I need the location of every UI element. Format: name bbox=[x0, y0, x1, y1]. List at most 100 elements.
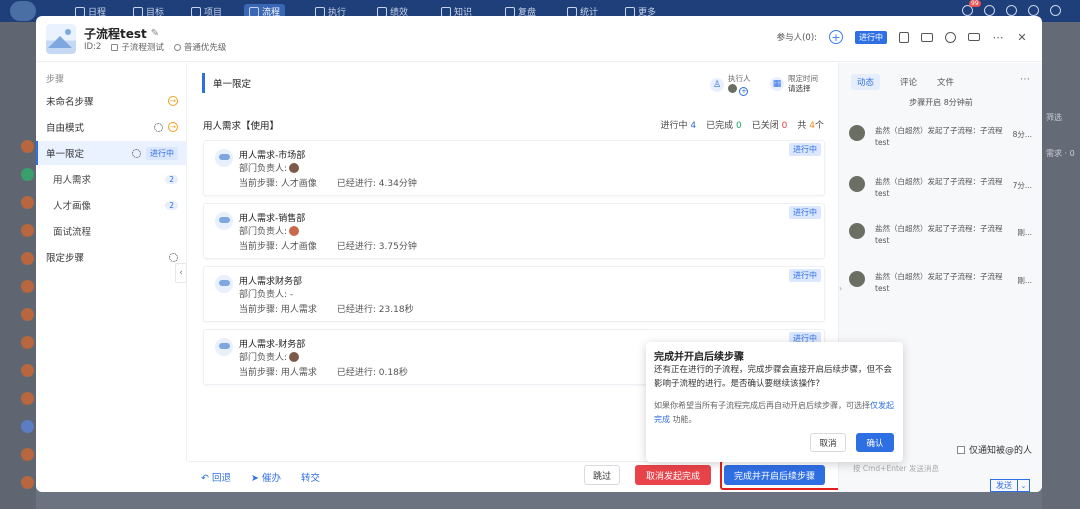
tab-comments[interactable]: 评论 bbox=[900, 76, 917, 88]
bg-list-icon bbox=[21, 196, 34, 209]
subflow-card[interactable]: 用人需求财务部 部门负责人: - 当前步骤: 用人需求 已经进行: 23.18秒 … bbox=[203, 266, 825, 322]
flow-icon bbox=[249, 6, 259, 17]
status-badge: 进行中 bbox=[146, 146, 178, 160]
folder-icon[interactable] bbox=[921, 32, 933, 42]
review-icon bbox=[505, 6, 515, 17]
bg-list-icon bbox=[21, 364, 34, 377]
type-icon bbox=[111, 44, 119, 51]
bg-list-icon bbox=[21, 140, 34, 153]
count-badge: 2 bbox=[165, 200, 178, 210]
help-icon[interactable] bbox=[984, 5, 995, 16]
tab-activity[interactable]: 动态 bbox=[851, 74, 881, 90]
bg-list-icon bbox=[21, 252, 34, 265]
avatar bbox=[289, 226, 300, 236]
avatar bbox=[849, 125, 865, 141]
flow-avatar-icon bbox=[215, 212, 233, 230]
search-icon[interactable] bbox=[1006, 5, 1017, 16]
step-single-limit[interactable]: 单一限定 进行中 bbox=[36, 141, 186, 165]
avatar bbox=[849, 223, 865, 239]
flow-avatar-icon bbox=[215, 275, 233, 293]
expand-arrow-icon[interactable]: › bbox=[839, 284, 842, 293]
bg-demand-label: 需求 · 0 bbox=[1046, 149, 1075, 158]
notify-mentioned-checkbox[interactable]: 仅通知被@的人 bbox=[957, 443, 1032, 456]
step-started-text: 步骤开启 8分钟前 bbox=[909, 98, 973, 107]
priority-icon bbox=[173, 44, 181, 51]
bg-list-icon bbox=[21, 308, 34, 321]
step-talent-profile[interactable]: 人才画像 2 bbox=[36, 193, 186, 217]
step-interview[interactable]: 面试流程 bbox=[36, 219, 186, 243]
step-limited[interactable]: 限定步骤 bbox=[36, 245, 186, 269]
step-demand[interactable]: 用人需求 2 bbox=[36, 167, 186, 191]
add-participant-icon[interactable]: + bbox=[829, 30, 843, 44]
more-icon[interactable]: ⋯ bbox=[992, 31, 1004, 44]
arrow-right-icon: → bbox=[168, 96, 178, 106]
modal-header: 子流程test ✎ ID:2 子流程测试 普通优先级 参与人(0): + 进行中… bbox=[36, 16, 1042, 62]
bg-list-icon bbox=[21, 224, 34, 237]
steps-heading: 步骤 bbox=[46, 75, 65, 85]
avatar bbox=[728, 84, 737, 93]
steps-panel: 步骤 未命名步骤 → 自由模式 → 单一限定 进行中 用人需求 2 人才画像 2… bbox=[36, 63, 187, 461]
urge-link[interactable]: ➤ 催办 bbox=[251, 470, 281, 484]
bg-filter-label: 筛选 bbox=[1046, 113, 1062, 122]
back-link[interactable]: ↶ 回退 bbox=[201, 470, 231, 484]
skip-button[interactable]: 跳过 bbox=[584, 465, 620, 485]
bg-list-icon bbox=[21, 392, 34, 405]
flow-type: 子流程测试 bbox=[111, 41, 164, 53]
user-avatar[interactable] bbox=[10, 1, 36, 21]
tab-files[interactable]: 文件 bbox=[937, 76, 954, 88]
flow-avatar-icon bbox=[215, 338, 233, 356]
edit-pencil-icon[interactable]: ✎ bbox=[151, 28, 159, 39]
status-badge: 进行中 bbox=[855, 30, 887, 44]
status-badge: 进行中 bbox=[789, 143, 821, 156]
transfer-link[interactable]: 转交 bbox=[301, 470, 320, 484]
popover-confirm-button[interactable]: 确认 bbox=[856, 433, 894, 452]
executor[interactable]: ♙ 执行人 + bbox=[710, 74, 751, 96]
step-unnamed[interactable]: 未命名步骤 → bbox=[36, 89, 186, 113]
knowledge-icon bbox=[441, 6, 451, 17]
status-badge: 进行中 bbox=[789, 206, 821, 219]
message-icon[interactable] bbox=[1028, 5, 1039, 16]
participants-label: 参与人(0): bbox=[776, 33, 817, 43]
bg-list-icon bbox=[21, 168, 34, 181]
step-free-mode[interactable]: 自由模式 → bbox=[36, 115, 186, 139]
modal-meta: ID:2 子流程测试 普通优先级 bbox=[84, 41, 226, 53]
confirm-popover: 完成并开启后续步骤 还有正在进行的子流程，完成步骤会直接开启后续步骤，但不会影响… bbox=[646, 342, 903, 462]
popover-cancel-button[interactable]: 取消 bbox=[810, 433, 846, 452]
bg-list-icon bbox=[21, 280, 34, 293]
target-icon bbox=[133, 6, 143, 17]
more-icon[interactable]: ⋯ bbox=[1020, 74, 1030, 85]
bg-list-icon bbox=[21, 420, 34, 433]
close-icon[interactable]: ✕ bbox=[1016, 31, 1028, 44]
flow-priority[interactable]: 普通优先级 bbox=[173, 41, 226, 53]
background-right: 筛选 需求 · 0 bbox=[1042, 22, 1080, 509]
stats-icon bbox=[567, 6, 577, 17]
settings-icon[interactable] bbox=[1050, 5, 1061, 16]
performance-icon bbox=[377, 6, 387, 17]
background-sidebar bbox=[0, 22, 36, 509]
message-input[interactable]: 按 Cmd+Enter 发送消息 bbox=[853, 463, 939, 474]
status-badge: 进行中 bbox=[789, 269, 821, 282]
flow-thumbnail-icon bbox=[46, 24, 76, 54]
print-icon[interactable] bbox=[968, 33, 980, 41]
popover-hint: 如果你希望当所有子流程完成后再自动开启后续步骤，可选择仅发起完成 功能。 bbox=[654, 401, 894, 424]
modal-title: 子流程test ✎ bbox=[84, 27, 160, 41]
send-button[interactable]: 发送 bbox=[990, 479, 1018, 492]
calendar-icon: ▦ bbox=[770, 77, 784, 91]
document-icon[interactable] bbox=[899, 31, 909, 43]
avatar bbox=[849, 176, 865, 192]
bg-list-icon bbox=[21, 448, 34, 461]
limit-time[interactable]: ▦ 限定时间 请选择 bbox=[770, 74, 818, 94]
collapse-panel-button[interactable]: ‹ bbox=[175, 263, 187, 283]
section-title: 单一限定 bbox=[202, 73, 251, 93]
cancel-start-button[interactable]: 取消发起完成 bbox=[635, 465, 711, 485]
add-executor-icon[interactable]: + bbox=[739, 87, 749, 96]
count-badge: 2 bbox=[165, 174, 178, 184]
user-icon: ♙ bbox=[710, 78, 724, 92]
demand-title: 用人需求【使用】 bbox=[203, 121, 280, 132]
subflow-card[interactable]: 用人需求-销售部 部门负责人: 当前步骤: 人才画像 已经进行: 3.75分钟 进… bbox=[203, 203, 825, 259]
subflow-card[interactable]: 用人需求-市场部 部门负责人: 当前步骤: 人才画像 已经进行: 4.34分钟 进… bbox=[203, 140, 825, 196]
user-circle-icon[interactable] bbox=[945, 31, 956, 43]
calendar-icon bbox=[75, 6, 85, 17]
flow-id: ID:2 bbox=[84, 42, 102, 52]
chevron-down-icon[interactable]: ⌄ bbox=[1018, 479, 1030, 492]
